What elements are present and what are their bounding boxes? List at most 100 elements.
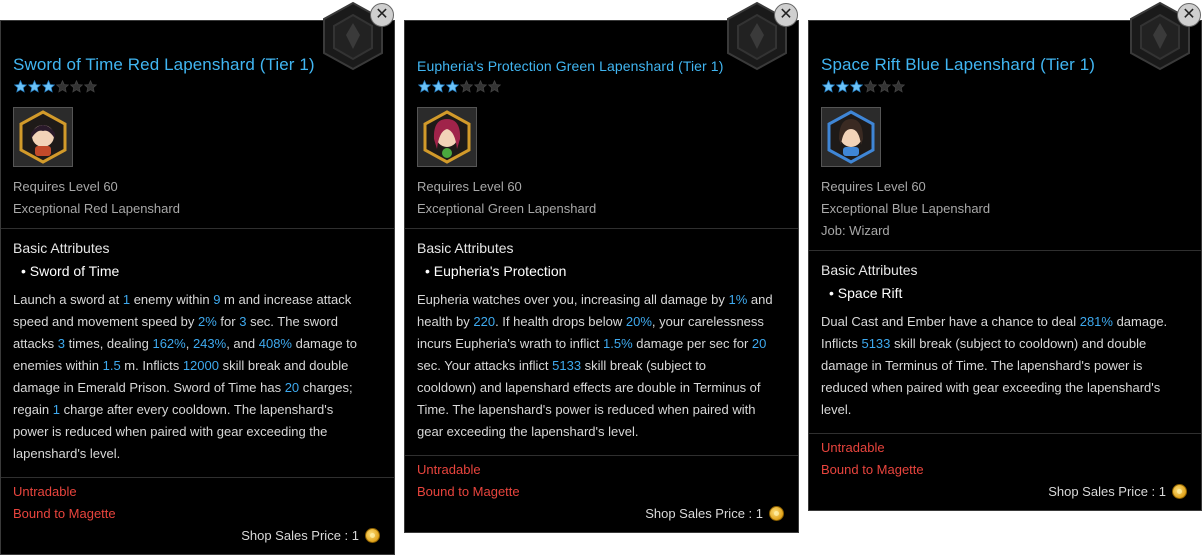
description-text: skill break and double — [218, 358, 349, 373]
basic-attributes-heading: Basic Attributes — [13, 240, 110, 256]
description-line: power is reduced when paired with gear e… — [13, 421, 380, 443]
close-button[interactable]: ✕ — [774, 3, 798, 27]
star-filled-icon — [850, 80, 863, 93]
description-text: lapenshard's level. — [13, 446, 121, 461]
description-text: enemy within — [130, 292, 214, 307]
description-text: skill break (subject to cooldown) and do… — [890, 336, 1147, 351]
star-empty-icon — [56, 80, 69, 93]
bound-label: Bound to Magette — [13, 506, 116, 521]
star-rating — [822, 80, 905, 93]
description-text: enemies within — [13, 358, 103, 373]
job-requirement: Job: Wizard — [821, 223, 890, 238]
highlight-value: 12000 — [182, 358, 219, 373]
highlight-value: 1.5% — [603, 336, 633, 351]
description-text: damage in Terminus of Time. The lapensha… — [821, 358, 1143, 373]
highlight-value: 20 — [751, 336, 767, 351]
description-text: attacks — [13, 336, 58, 351]
description-line: gear exceeding the lapenshard's level. — [417, 421, 784, 443]
shop-price: Shop Sales Price : 1 — [645, 506, 784, 521]
description-text: Inflicts — [821, 336, 862, 351]
star-filled-icon — [14, 80, 27, 93]
description-line: lapenshard's level. — [13, 443, 380, 465]
lapenshard-grade: Exceptional Green Lapenshard — [417, 201, 597, 216]
close-button[interactable]: ✕ — [370, 3, 394, 27]
coin-icon — [1172, 484, 1187, 499]
description-line: attacks 3 times, dealing 162%, 243%, and… — [13, 333, 380, 355]
untradable-label: Untradable — [821, 440, 885, 455]
description-text: for — [216, 314, 240, 329]
description-text: sec. The sword — [246, 314, 338, 329]
description-text: gear exceeding the lapenshard's level. — [417, 424, 639, 439]
description-text: times, dealing — [65, 336, 153, 351]
description-text: incurs Eupheria's wrath to inflict — [417, 336, 604, 351]
bound-label: Bound to Magette — [821, 462, 924, 477]
description-text: damage in Emerald Prison. Sword of Time … — [13, 380, 285, 395]
card-title: Eupheria's Protection Green Lapenshard (… — [417, 58, 724, 74]
description-text: damage. — [1112, 314, 1168, 329]
description-text: . If health drops below — [495, 314, 626, 329]
basic-attributes-heading: Basic Attributes — [417, 240, 514, 256]
tooltip-card-eupherias-protection: ✕ Eupheria's Protection Green Lapenshard… — [404, 1, 799, 533]
shop-price-text: Shop Sales Price : 1 — [645, 506, 763, 521]
divider — [405, 455, 798, 456]
description-line: health by 220. If health drops below 20%… — [417, 311, 784, 333]
description-line: Launch a sword at 1 enemy within 9 m and… — [13, 289, 380, 311]
description-text: damage to — [291, 336, 358, 351]
card-title: Space Rift Blue Lapenshard (Tier 1) — [821, 55, 1096, 74]
description-text: Dual Cast and Ember have a chance to dea… — [821, 314, 1080, 329]
divider — [405, 228, 798, 229]
skill-description: Dual Cast and Ember have a chance to dea… — [821, 311, 1187, 421]
description-text: damage per sec for — [632, 336, 752, 351]
description-text: , — [185, 336, 193, 351]
shop-price-text: Shop Sales Price : 1 — [241, 528, 359, 543]
highlight-value: 243% — [192, 336, 227, 351]
description-text: Time. The lapenshard's power is reduced … — [417, 402, 756, 417]
description-text: m. Inflicts — [120, 358, 183, 373]
star-rating — [418, 80, 501, 93]
highlight-value: 162% — [152, 336, 186, 351]
highlight-value: 1 — [122, 292, 131, 307]
description-text: health by — [417, 314, 474, 329]
description-text: power is reduced when paired with gear e… — [13, 424, 328, 439]
required-level: Requires Level 60 — [417, 179, 522, 194]
star-filled-icon — [836, 80, 849, 93]
untradable-label: Untradable — [13, 484, 77, 499]
description-text: charges; — [299, 380, 353, 395]
description-line: speed and movement speed by 2% for 3 sec… — [13, 311, 380, 333]
star-empty-icon — [488, 80, 501, 93]
star-filled-icon — [446, 80, 459, 93]
portrait-icon — [821, 107, 881, 167]
star-empty-icon — [84, 80, 97, 93]
description-text: m and increase attack — [220, 292, 352, 307]
description-line: Dual Cast and Ember have a chance to dea… — [821, 311, 1187, 333]
description-text: , and — [226, 336, 259, 351]
star-empty-icon — [474, 80, 487, 93]
description-text: regain — [13, 402, 53, 417]
highlight-value: 281% — [1079, 314, 1113, 329]
divider — [809, 250, 1201, 251]
coin-icon — [365, 528, 380, 543]
skill-name: • Space Rift — [829, 285, 903, 301]
star-rating — [14, 80, 97, 93]
description-line: incurs Eupheria's wrath to inflict 1.5% … — [417, 333, 784, 355]
description-text: skill break (subject to — [581, 358, 707, 373]
star-filled-icon — [432, 80, 445, 93]
divider — [1, 477, 394, 478]
shop-price-text: Shop Sales Price : 1 — [1048, 484, 1166, 499]
tooltip-card-sword-of-time: ✕ Sword of Time Red Lapenshard (Tier 1) … — [0, 1, 395, 555]
star-empty-icon — [892, 80, 905, 93]
description-line: cooldown) and lapenshard effects are dou… — [417, 377, 784, 399]
description-line: Time. The lapenshard's power is reduced … — [417, 399, 784, 421]
divider — [1, 228, 394, 229]
shop-price: Shop Sales Price : 1 — [1048, 484, 1187, 499]
description-line: damage in Emerald Prison. Sword of Time … — [13, 377, 380, 399]
skill-description: Eupheria watches over you, increasing al… — [417, 289, 784, 443]
star-empty-icon — [460, 80, 473, 93]
description-text: charge after every cooldown. The lapensh… — [59, 402, 334, 417]
highlight-value: 1.5 — [102, 358, 121, 373]
close-button[interactable]: ✕ — [1177, 3, 1201, 27]
description-text: cooldown) and lapenshard effects are dou… — [417, 380, 761, 395]
skill-description: Launch a sword at 1 enemy within 9 m and… — [13, 289, 380, 465]
highlight-value: 408% — [258, 336, 292, 351]
portrait-icon — [417, 107, 477, 167]
